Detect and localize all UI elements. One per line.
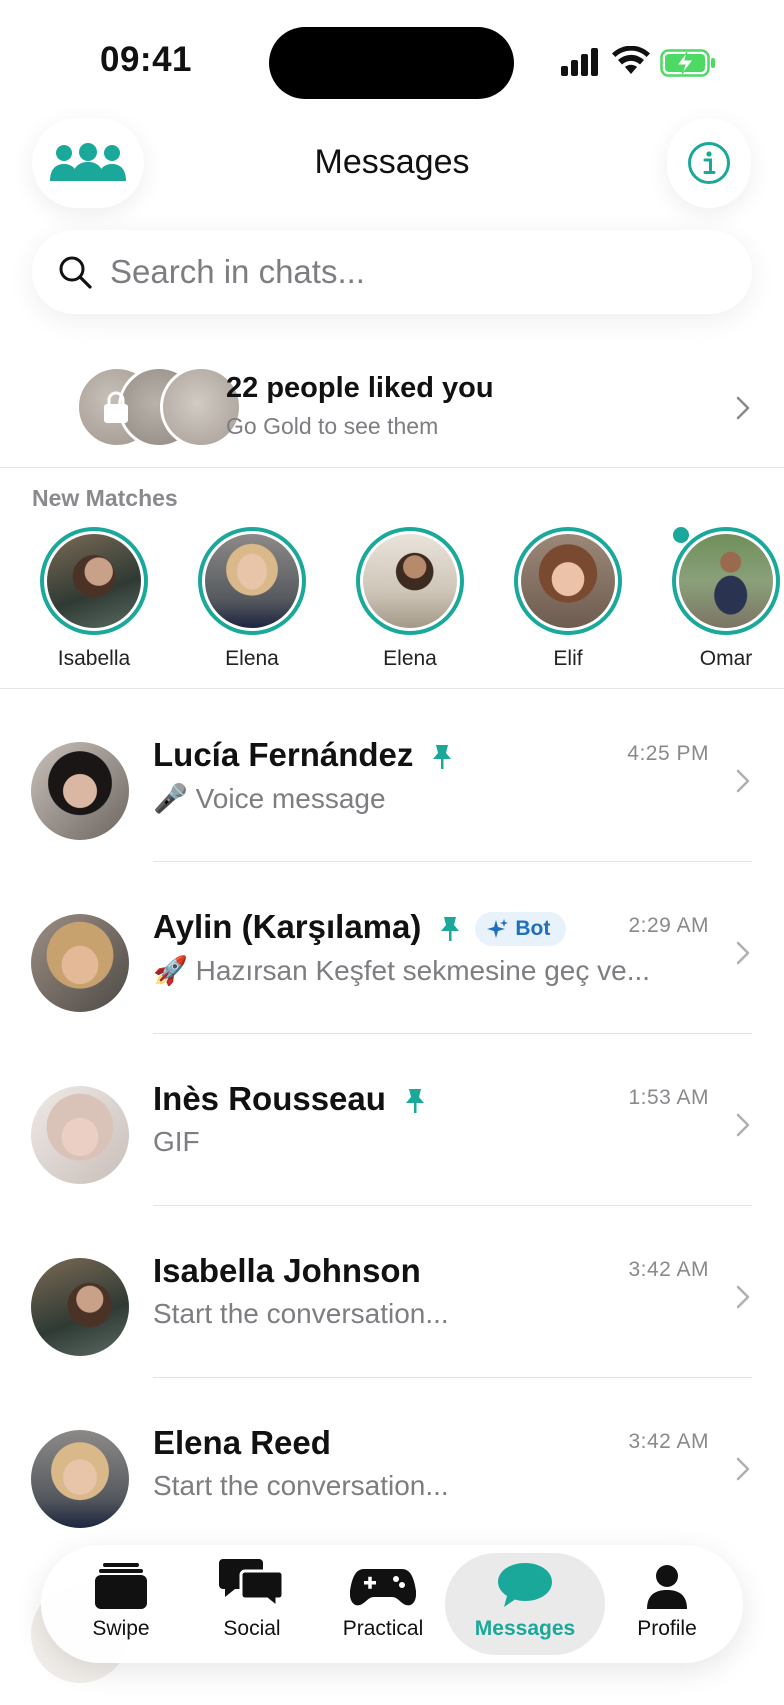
- battery-charging-icon: [660, 49, 715, 77]
- avatar: [356, 527, 464, 635]
- tab-label: Profile: [637, 1617, 697, 1640]
- sparkle-icon: [487, 919, 509, 939]
- chevron-right-icon: [736, 941, 750, 965]
- match-name: Elena: [225, 647, 279, 670]
- chat-last-message: Start the conversation...: [153, 1470, 449, 1501]
- avatar: [31, 1086, 129, 1184]
- chevron-right-icon: [736, 396, 750, 420]
- match-name: Elif: [553, 647, 583, 670]
- chat-name: Inès Rousseau: [153, 1080, 426, 1118]
- tab-profile[interactable]: Profile: [597, 1553, 737, 1655]
- chat-name: Aylin (Karşılama) Bot: [153, 908, 567, 947]
- chat-row[interactable]: Elena Reed 3:42 AM Start the conversatio…: [0, 1378, 784, 1550]
- pin-icon: [405, 1089, 424, 1114]
- tab-label: Swipe: [92, 1617, 150, 1640]
- likes-title: 22 people liked you: [226, 372, 494, 404]
- new-match-item[interactable]: Elena: [182, 527, 322, 671]
- wifi-icon: [612, 46, 650, 74]
- lock-icon: [104, 391, 128, 423]
- chevron-right-icon: [736, 1457, 750, 1481]
- match-name: Isabella: [57, 647, 131, 670]
- chat-last-message: Start the conversation...: [153, 1298, 449, 1329]
- chat-row[interactable]: Aylin (Karşılama) Bot 2:29 AM 🚀 Hazırsan …: [0, 862, 784, 1034]
- gamepad-icon: [350, 1569, 416, 1606]
- info-button[interactable]: [667, 118, 751, 208]
- chat-time: 2:29 AM: [628, 914, 709, 937]
- chevron-right-icon: [736, 1285, 750, 1309]
- avatar: [31, 742, 129, 840]
- tab-swipe[interactable]: Swipe: [51, 1553, 191, 1655]
- chat-last-message: 🚀 Hazırsan Keşfet sekmesine geç ve...: [153, 955, 651, 986]
- new-match-item[interactable]: Elif: [498, 527, 638, 671]
- chat-row[interactable]: Lucía Fernández 4:25 PM 🎤 Voice message: [0, 690, 784, 862]
- chat-last-message: 🎤 Voice message: [153, 783, 386, 814]
- chat-row[interactable]: Isabella Johnson 3:42 AM Start the conve…: [0, 1206, 784, 1378]
- message-bubble-icon: [498, 1563, 552, 1607]
- tab-practical[interactable]: Practical: [313, 1553, 453, 1655]
- search-bar[interactable]: [32, 230, 752, 314]
- tab-label: Social: [223, 1617, 281, 1640]
- chat-time: 4:25 PM: [627, 742, 709, 765]
- tab-label: Messages: [474, 1617, 576, 1640]
- dynamic-island: [269, 27, 514, 99]
- match-name: Elena: [383, 647, 437, 670]
- new-match-item[interactable]: Omar: [656, 527, 784, 671]
- avatar: [40, 527, 148, 635]
- info-icon: [688, 142, 730, 184]
- person-icon: [647, 1565, 687, 1609]
- tab-messages[interactable]: Messages: [445, 1553, 605, 1655]
- avatar: [672, 527, 780, 635]
- chat-time: 3:42 AM: [628, 1430, 709, 1453]
- chevron-right-icon: [736, 1113, 750, 1137]
- likes-banner[interactable]: 22 people liked you Go Gold to see them: [0, 338, 784, 468]
- avatar: [31, 914, 129, 1012]
- chat-row[interactable]: Inès Rousseau 1:53 AM GIF: [0, 1034, 784, 1206]
- likes-subtitle: Go Gold to see them: [226, 413, 439, 439]
- chat-bubbles-icon: [219, 1559, 285, 1609]
- chat-name: Isabella Johnson: [153, 1252, 421, 1289]
- cellular-signal-icon: [561, 48, 598, 76]
- match-name: Omar: [699, 647, 753, 670]
- avatar: [514, 527, 622, 635]
- status-time: 09:41: [100, 40, 193, 79]
- new-match-item[interactable]: Elena: [340, 527, 480, 671]
- status-bar: 09:41: [0, 0, 784, 120]
- search-icon: [59, 256, 92, 289]
- new-match-item[interactable]: Isabella: [24, 527, 164, 671]
- avatar: [198, 527, 306, 635]
- divider: [0, 688, 784, 689]
- chat-name: Elena Reed: [153, 1424, 331, 1461]
- new-matches-label: New Matches: [32, 485, 178, 511]
- avatar: [31, 1258, 129, 1356]
- tab-label: Practical: [342, 1617, 424, 1640]
- cards-icon: [95, 1563, 147, 1609]
- tab-social[interactable]: Social: [182, 1553, 322, 1655]
- pin-icon: [441, 917, 460, 942]
- bot-badge: Bot: [475, 912, 567, 947]
- chat-name: Lucía Fernández: [153, 736, 453, 774]
- chat-time: 1:53 AM: [628, 1086, 709, 1109]
- search-input[interactable]: [110, 253, 710, 291]
- pin-icon: [433, 745, 452, 770]
- avatar: [31, 1430, 129, 1528]
- chevron-right-icon: [736, 769, 750, 793]
- online-indicator: [671, 525, 691, 545]
- chat-time: 3:42 AM: [628, 1258, 709, 1281]
- tab-bar: Swipe Social Practical Messages Profile: [41, 1545, 743, 1663]
- chat-last-message: GIF: [153, 1126, 200, 1157]
